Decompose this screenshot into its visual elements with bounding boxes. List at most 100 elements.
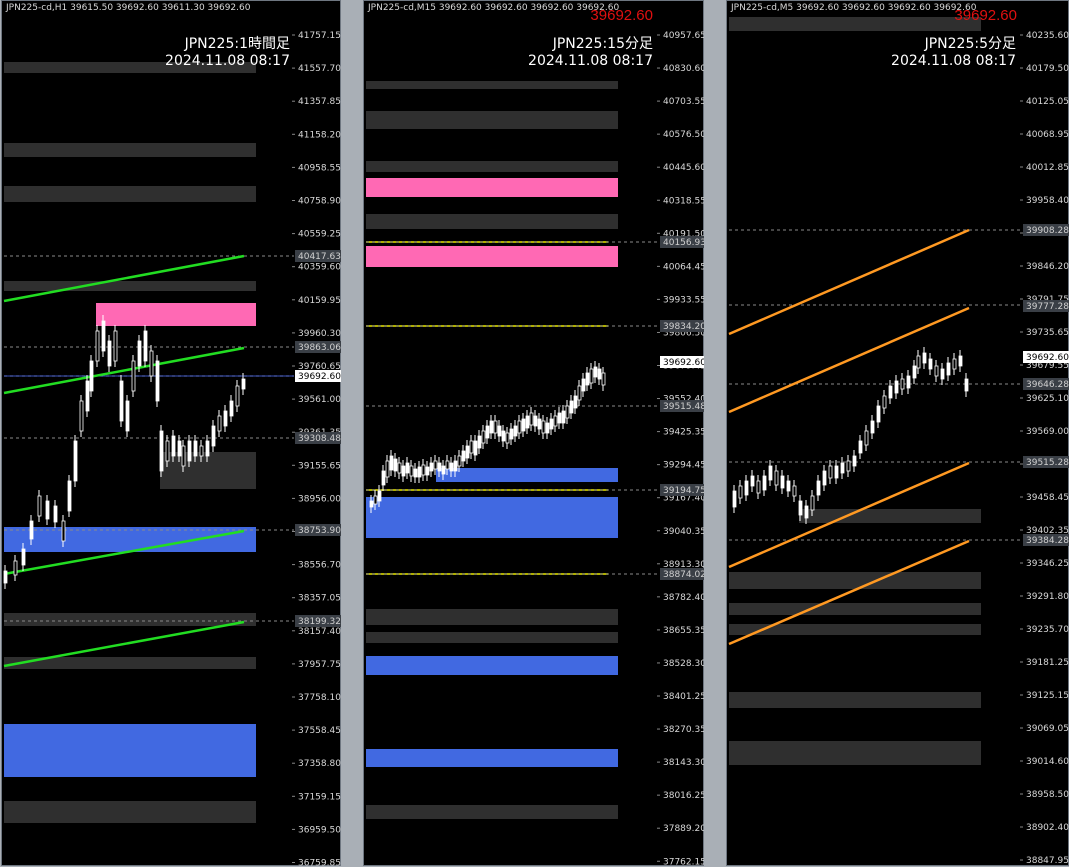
candle-body bbox=[745, 481, 748, 495]
frame-divider-1[interactable] bbox=[341, 0, 363, 866]
candle-body bbox=[30, 521, 33, 539]
zone-gray bbox=[729, 17, 981, 31]
zone-gray bbox=[366, 609, 618, 625]
candle-body bbox=[426, 467, 429, 475]
axis-tick-label: 40318.55 bbox=[663, 196, 705, 206]
candle-body bbox=[514, 426, 517, 436]
candle-body bbox=[823, 471, 826, 485]
candle-body bbox=[166, 441, 169, 461]
candle-body bbox=[242, 379, 245, 389]
axis-tick-label: 38401.25 bbox=[663, 692, 705, 702]
candle-body bbox=[54, 506, 57, 522]
axis-tick-label: 39294.45 bbox=[663, 461, 705, 471]
price-marker-label: 39194.75 bbox=[663, 486, 705, 496]
candle-body bbox=[398, 463, 401, 473]
zone-gray bbox=[4, 801, 256, 823]
candle-body bbox=[871, 421, 874, 433]
candle-body bbox=[542, 421, 545, 433]
chart-panel-m5[interactable]: 40235.6040179.5040125.0540068.9540012.85… bbox=[726, 0, 1069, 866]
candle-body bbox=[68, 481, 71, 511]
axis-tick-label: 39958.40 bbox=[1026, 196, 1069, 206]
candle-body bbox=[178, 441, 181, 456]
zone-blue bbox=[4, 527, 256, 552]
axis-tick-label: 39181.25 bbox=[1026, 658, 1069, 668]
axis-tick-label: 40957.65 bbox=[663, 31, 705, 41]
axis-tick-label: 38956.00 bbox=[298, 494, 341, 504]
frame-divider-2[interactable] bbox=[704, 0, 726, 866]
axis-tick-label: 37957.75 bbox=[298, 660, 341, 670]
candle-body bbox=[913, 366, 916, 378]
candle-body bbox=[829, 466, 832, 478]
axis-tick-label: 41158.20 bbox=[298, 130, 341, 140]
candle-body bbox=[853, 456, 856, 466]
axis-tick-label: 37558.45 bbox=[298, 726, 341, 736]
candle-body bbox=[46, 501, 49, 519]
candle-body bbox=[841, 463, 844, 473]
axis-tick-label: 38357.05 bbox=[298, 594, 341, 604]
axis-tick-label: 39346.25 bbox=[1026, 559, 1069, 569]
axis-tick-label: 36959.50 bbox=[298, 825, 341, 835]
axis-tick-label: 40559.25 bbox=[298, 230, 341, 240]
candle-body bbox=[218, 416, 221, 431]
chart-m5-svg[interactable]: 40235.6040179.5040125.0540068.9540012.85… bbox=[727, 1, 1069, 867]
axis-tick-label: 38902.40 bbox=[1026, 823, 1069, 833]
price-marker-label: 39646.28 bbox=[1026, 380, 1069, 390]
axis-tick-label: 39625.10 bbox=[1026, 394, 1069, 404]
axis-tick-label: 39933.55 bbox=[663, 295, 705, 305]
zone-blue bbox=[366, 749, 618, 767]
candle-body bbox=[182, 446, 185, 466]
symbol-header: JPN225-cd,H1 39615.50 39692.60 39611.30 … bbox=[6, 3, 250, 13]
candle-body bbox=[506, 433, 509, 443]
zone-gray bbox=[4, 143, 256, 157]
candle-body bbox=[546, 423, 549, 433]
chart-panel-m15[interactable]: 40957.6540830.6040703.5540576.5040445.60… bbox=[363, 0, 704, 866]
axis-tick-label: 40064.45 bbox=[663, 262, 705, 272]
trend-line bbox=[729, 230, 969, 334]
price-marker-label: 38753.90 bbox=[298, 526, 341, 536]
candle-body bbox=[498, 426, 501, 436]
axis-tick-label: 38528.30 bbox=[663, 659, 705, 669]
candle-body bbox=[947, 363, 950, 375]
candle-body bbox=[877, 406, 880, 422]
candle-body bbox=[402, 466, 405, 476]
axis-tick-label: 39155.65 bbox=[298, 461, 341, 471]
zone-pink bbox=[366, 246, 618, 267]
candle-body bbox=[769, 466, 772, 480]
candle-body bbox=[132, 361, 135, 391]
candle-body bbox=[907, 376, 910, 388]
candle-body bbox=[96, 331, 99, 361]
candle-body bbox=[941, 369, 944, 379]
candle-body bbox=[442, 466, 445, 474]
chart-h1-svg[interactable]: 41757.1541557.7041357.8541158.2040958.55… bbox=[2, 1, 342, 867]
candle-body bbox=[188, 441, 191, 461]
current-price-red: 39692.60 bbox=[590, 7, 653, 24]
price-marker-label: 39515.48 bbox=[663, 402, 705, 412]
candle-body bbox=[22, 549, 25, 565]
chart-m15-svg[interactable]: 40957.6540830.6040703.5540576.5040445.60… bbox=[364, 1, 705, 867]
zone-gray bbox=[160, 452, 256, 489]
candle-body bbox=[494, 421, 497, 433]
price-marker-label: 39515.28 bbox=[1026, 458, 1069, 468]
candle-body bbox=[574, 396, 577, 408]
axis-tick-label: 39040.35 bbox=[663, 527, 705, 537]
zone-gray bbox=[729, 741, 981, 765]
axis-tick-label: 40125.05 bbox=[1026, 97, 1069, 107]
candle-body bbox=[518, 421, 521, 433]
zone-gray bbox=[366, 632, 618, 643]
candle-body bbox=[14, 561, 17, 575]
candle-body bbox=[793, 486, 796, 496]
zone-pink bbox=[96, 303, 256, 326]
trend-line bbox=[4, 256, 244, 301]
candle-body bbox=[114, 331, 117, 361]
candle-body bbox=[108, 341, 111, 366]
axis-tick-label: 39561.00 bbox=[298, 395, 341, 405]
chart-panel-h1[interactable]: 41757.1541557.7041357.8541158.2040958.55… bbox=[1, 0, 341, 866]
candle-body bbox=[144, 331, 147, 361]
candle-body bbox=[558, 413, 561, 423]
candle-body bbox=[138, 341, 141, 366]
chart-title: JPN225:5分足 bbox=[925, 33, 1016, 53]
candle-body bbox=[817, 481, 820, 495]
axis-tick-label: 41757.15 bbox=[298, 31, 341, 41]
candle-body bbox=[90, 361, 93, 391]
candle-body bbox=[935, 366, 938, 376]
